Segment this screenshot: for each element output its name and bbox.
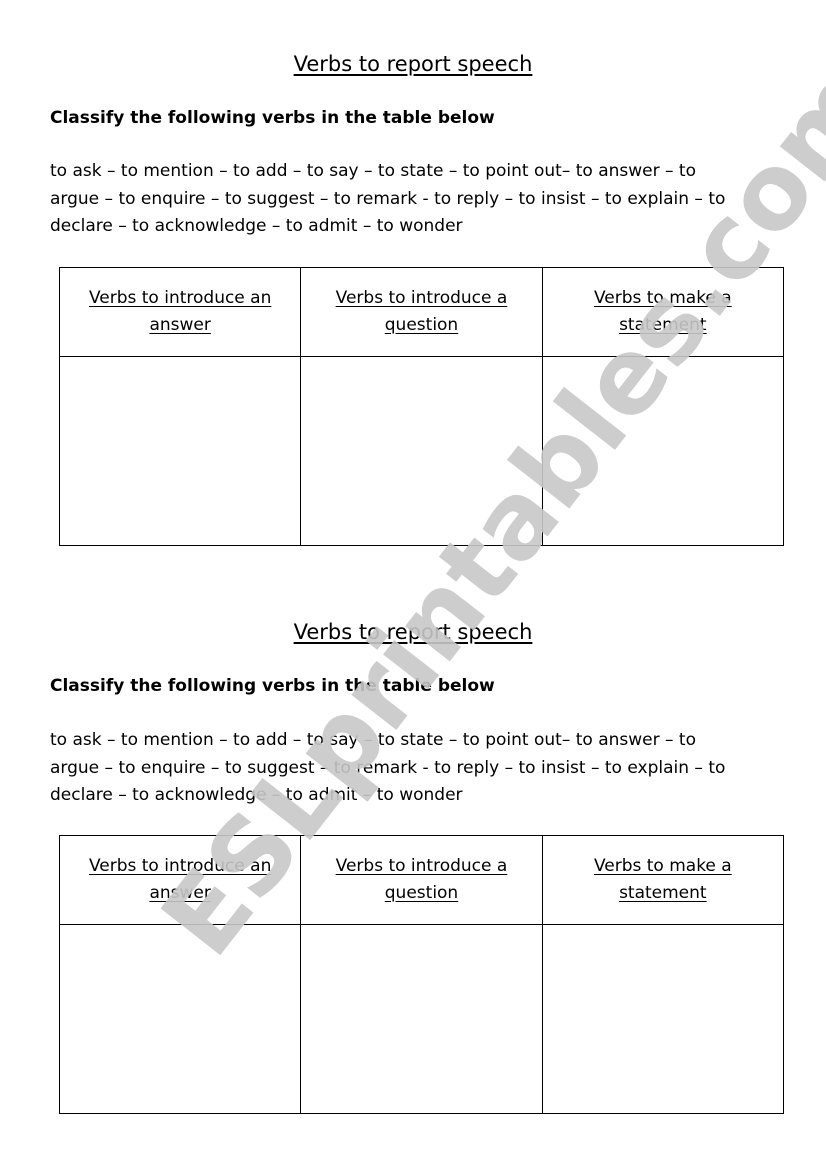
answer-cell[interactable] bbox=[58, 356, 302, 546]
verb-line: argue – to enquire – to suggest – to rem… bbox=[50, 757, 726, 778]
verb-list: to ask – to mention – to add – to say – … bbox=[50, 727, 790, 810]
header-question: Verbs to introduce a question bbox=[300, 267, 543, 357]
header-statement: Verbs to make a statement bbox=[541, 267, 785, 357]
verb-line: declare – to acknowledge – to admit – to… bbox=[50, 785, 463, 805]
classification-table: Verbs to introduce an answer Verbs to in… bbox=[58, 835, 785, 1114]
verb-line: declare – to acknowledge – to admit – to… bbox=[50, 216, 463, 236]
worksheet-title: Verbs to report speech bbox=[293, 52, 533, 76]
instruction: Classify the following verbs in the tabl… bbox=[50, 108, 495, 128]
question-cell[interactable] bbox=[300, 356, 543, 546]
statement-cell[interactable] bbox=[541, 924, 785, 1114]
header-question: Verbs to introduce a question bbox=[300, 835, 543, 925]
header-answer: Verbs to introduce an answer bbox=[58, 835, 302, 925]
verb-list: to ask – to mention – to add – to say – … bbox=[50, 158, 790, 241]
instruction: Classify the following verbs in the tabl… bbox=[50, 676, 495, 696]
question-cell[interactable] bbox=[300, 924, 543, 1114]
classification-table: Verbs to introduce an answer Verbs to in… bbox=[58, 267, 785, 546]
verb-line: to ask – to mention – to add – to say – … bbox=[50, 161, 696, 181]
verb-line: argue – to enquire – to suggest – to rem… bbox=[50, 188, 726, 209]
statement-cell[interactable] bbox=[541, 356, 785, 546]
answer-cell[interactable] bbox=[58, 924, 302, 1114]
worksheet-title: Verbs to report speech bbox=[293, 620, 533, 644]
header-statement: Verbs to make a statement bbox=[541, 835, 785, 925]
verb-line: to ask – to mention – to add – to say – … bbox=[50, 730, 696, 750]
header-answer: Verbs to introduce an answer bbox=[58, 267, 302, 357]
